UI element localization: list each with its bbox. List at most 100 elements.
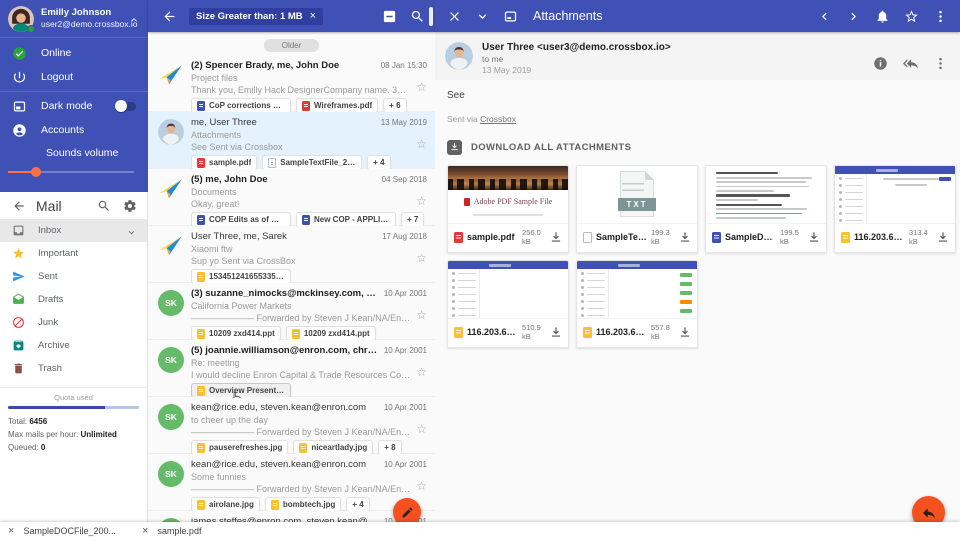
download-item[interactable]: × SampleDOCFile_200...: [8, 526, 116, 537]
download-item[interactable]: × sample.pdf: [142, 526, 201, 537]
older-separator: Older: [148, 32, 435, 55]
email-row[interactable]: (5) me, John Doe 04 Sep 2018 Documents O…: [148, 169, 435, 226]
accounts-item[interactable]: Accounts: [0, 118, 148, 142]
slider-thumb[interactable]: [31, 167, 41, 177]
previous-email-icon[interactable]: [817, 9, 832, 24]
download-filename[interactable]: SampleDOCFile_200...: [23, 526, 116, 536]
search-icon[interactable]: [410, 9, 425, 24]
download-icon[interactable]: [549, 230, 563, 244]
attachment-card[interactable]: Adobe PDF Sample File sample.pdf 256.0kB: [447, 165, 569, 253]
attachment-chip[interactable]: Wireframes.pdf: [296, 98, 378, 113]
attachment-chip[interactable]: niceartlady.jpg: [293, 440, 373, 455]
attachment-card[interactable]: 116.203.63.82_5... 510.9kB: [447, 260, 569, 348]
attachment-chip[interactable]: pauserefreshes.jpg: [191, 440, 288, 455]
attachment-chip[interactable]: sample.pdf: [191, 155, 257, 170]
more-attachments-chip[interactable]: + 4: [346, 497, 369, 512]
chevron-down-icon[interactable]: [126, 225, 137, 236]
pane-resize-handle[interactable]: [429, 7, 433, 26]
reply-all-icon[interactable]: [903, 56, 918, 71]
attachment-chip-label: niceartlady.jpg: [311, 443, 367, 452]
info-icon[interactable]: [873, 56, 888, 71]
search-icon[interactable]: [97, 199, 111, 213]
attachment-chip[interactable]: 10209 zxd414.ppt: [191, 326, 281, 341]
star-toggle-icon[interactable]: ☆: [416, 81, 427, 93]
email-row[interactable]: SK (5) joannie.williamson@enron.com, chr…: [148, 340, 435, 397]
more-attachments-chip[interactable]: + 6: [383, 98, 406, 113]
folder-item-trash[interactable]: Trash: [0, 357, 147, 380]
download-all-button[interactable]: DOWNLOAD ALL ATTACHMENTS: [447, 140, 960, 155]
folder-item-junk[interactable]: Junk: [0, 311, 147, 334]
attachment-chip[interactable]: 1534512416553357...: [191, 269, 291, 284]
close-icon[interactable]: [447, 9, 462, 24]
online-status-item[interactable]: Online: [0, 41, 148, 65]
attachment-chip[interactable]: 10209 zxd414.ppt: [286, 326, 376, 341]
folder-item-archive[interactable]: Archive: [0, 334, 147, 357]
download-icon[interactable]: [678, 325, 692, 339]
chevron-up-icon[interactable]: [128, 13, 140, 25]
gear-icon[interactable]: [123, 199, 137, 213]
sounds-volume-slider[interactable]: [8, 163, 134, 181]
attachment-chip[interactable]: COP Edits as of May...: [191, 212, 291, 227]
more-attachments-chip[interactable]: + 4: [367, 155, 390, 170]
folder-item-important[interactable]: Important: [0, 242, 147, 265]
chevron-down-icon[interactable]: [475, 9, 490, 24]
attachment-chip[interactable]: SampleTextFile_200...: [262, 155, 362, 170]
dark-mode-item[interactable]: Dark mode: [0, 94, 148, 118]
attachment-chip[interactable]: New COP - APPLICA...: [296, 212, 396, 227]
star-toggle-icon[interactable]: ☆: [416, 309, 427, 321]
star-toggle-icon[interactable]: ☆: [416, 423, 427, 435]
bell-icon[interactable]: [875, 9, 890, 24]
email-row[interactable]: SK kean@rice.edu, steven.kean@enron.com …: [148, 454, 435, 511]
select-all-icon[interactable]: [382, 9, 397, 24]
star-toggle-icon[interactable]: ☆: [416, 480, 427, 492]
folder-item-inbox[interactable]: Inbox: [0, 219, 147, 242]
attachment-chip[interactable]: CoP corrections NE...: [191, 98, 291, 113]
account-menu-header[interactable]: Emilly Johnson user2@demo.crossbox.io: [0, 0, 148, 38]
recipient-line[interactable]: to me: [482, 54, 858, 65]
email-row[interactable]: me, User Three 13 May 2019 Attachments S…: [148, 112, 435, 169]
more-attachments-chip[interactable]: + 8: [378, 440, 401, 455]
email-row[interactable]: SK kean@rice.edu, steven.kean@enron.com …: [148, 397, 435, 454]
email-row[interactable]: User Three, me, Sarek 17 Aug 2018 Xiaomi…: [148, 226, 435, 283]
attachment-card[interactable]: 116.203.63.82_5... 557.8kB: [576, 260, 698, 348]
older-pill[interactable]: Older: [264, 39, 320, 52]
star-toggle-icon[interactable]: ☆: [416, 195, 427, 207]
download-icon[interactable]: [936, 230, 950, 244]
logout-item[interactable]: Logout: [0, 65, 148, 89]
close-icon[interactable]: ×: [142, 526, 148, 537]
filter-remove-icon[interactable]: ×: [310, 12, 316, 21]
email-row[interactable]: (2) Spencer Brady, me, John Doe 08 Jan 1…: [148, 55, 435, 112]
download-filename[interactable]: sample.pdf: [157, 526, 201, 536]
star-toggle-icon[interactable]: ☆: [416, 252, 427, 264]
attachment-card[interactable]: 116.203.63.82_5... 313.4kB: [834, 165, 956, 253]
logout-label: Logout: [41, 71, 73, 83]
folder-item-sent[interactable]: Sent: [0, 265, 147, 288]
attachment-name: 116.203.63.82_5...: [854, 232, 906, 242]
more-menu-icon[interactable]: [933, 56, 948, 71]
folder-item-drafts[interactable]: Drafts: [0, 288, 147, 311]
back-arrow-icon[interactable]: [162, 9, 177, 24]
attachment-chip-label: pauserefreshes.jpg: [209, 443, 282, 452]
attachment-chip[interactable]: airolane.jpg: [191, 497, 260, 512]
email-row[interactable]: SK (3) suzanne_nimocks@mckinsey.com, sus…: [148, 283, 435, 340]
star-icon[interactable]: [904, 9, 919, 24]
star-toggle-icon[interactable]: ☆: [416, 138, 427, 150]
attachment-chip[interactable]: bombtech.jpg: [265, 497, 341, 512]
more-attachments-chip[interactable]: + 7: [401, 212, 424, 227]
attachment-card[interactable]: TXT SampleTextFile_20... 199.3kB: [576, 165, 698, 253]
inbox-icon: [12, 224, 25, 237]
dark-mode-toggle[interactable]: [116, 102, 136, 111]
attachment-chip[interactable]: Overview Presentati...: [191, 383, 291, 398]
open-in-tab-icon[interactable]: [503, 9, 518, 24]
download-icon[interactable]: [807, 230, 821, 244]
filter-chip[interactable]: Size Greater than: 1 MB ×: [189, 8, 323, 25]
download-icon[interactable]: [678, 230, 692, 244]
star-toggle-icon[interactable]: ☆: [416, 366, 427, 378]
more-menu-icon[interactable]: [933, 9, 948, 24]
attachment-card[interactable]: SampleDOCFile_... 199.5kB: [705, 165, 827, 253]
next-email-icon[interactable]: [846, 9, 861, 24]
back-arrow-icon[interactable]: [12, 199, 26, 213]
download-icon[interactable]: [549, 325, 563, 339]
crossbox-link[interactable]: Crossbox: [480, 114, 516, 124]
close-icon[interactable]: ×: [8, 526, 14, 537]
